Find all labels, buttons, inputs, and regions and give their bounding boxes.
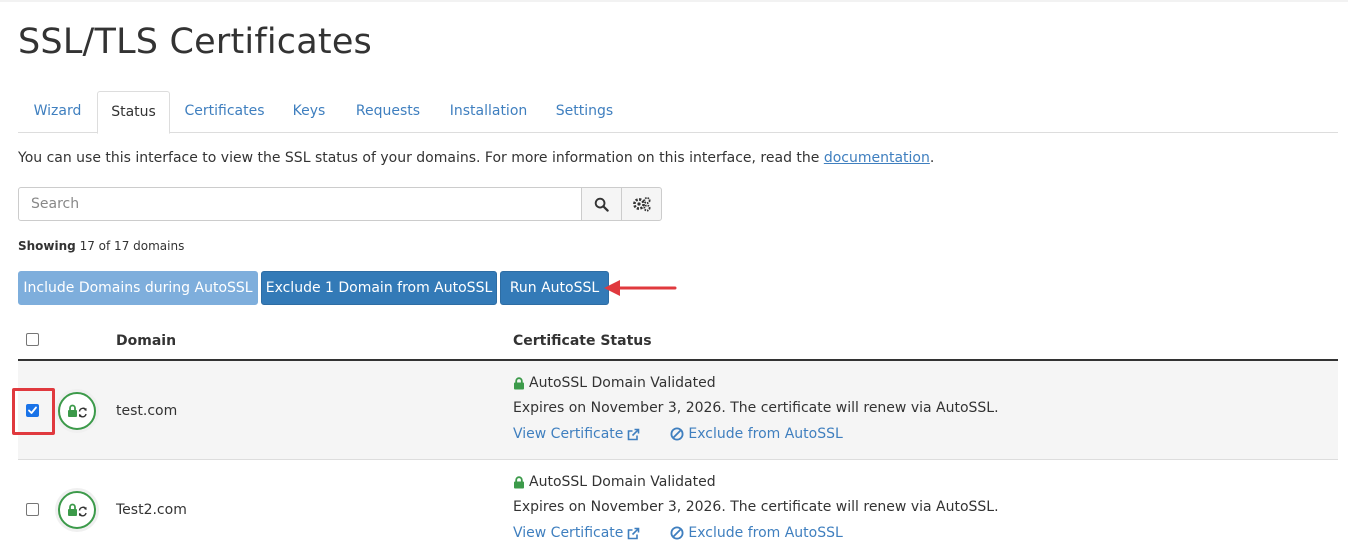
exclude-label: Exclude from AutoSSL (688, 426, 843, 442)
validated-status: AutoSSL Domain Validated (513, 374, 999, 392)
search-icon (594, 197, 609, 212)
ssl-status-icon (58, 491, 96, 529)
header-certificate-status: Certificate Status (513, 333, 652, 349)
tab-keys[interactable]: Keys (279, 91, 339, 133)
table-header: Domain Certificate Status (18, 321, 1338, 361)
header-domain: Domain (116, 333, 177, 349)
tab-wizard[interactable]: Wizard (18, 91, 97, 133)
row-actions: View Certificate Exclude from AutoSSL (513, 524, 999, 542)
table-row: test.com AutoSSL Domain Validated Expire… (18, 361, 1338, 460)
exclude-label: Exclude from AutoSSL (688, 525, 843, 541)
row-actions: View Certificate Exclude from AutoSSL (513, 425, 999, 443)
certificate-status-cell: AutoSSL Domain Validated Expires on Nove… (513, 374, 999, 443)
expiry-text: Expires on November 3, 2026. The certifi… (513, 499, 999, 515)
exclude-from-autossl-link[interactable]: Exclude from AutoSSL (670, 524, 843, 542)
tab-certificates[interactable]: Certificates (170, 91, 279, 133)
intro-suffix: . (929, 150, 935, 166)
table-row: Test2.com AutoSSL Domain Validated Expir… (18, 460, 1338, 557)
annotation-highlight-box (12, 388, 55, 435)
lock-refresh-icon (68, 503, 87, 517)
page-title: SSL/TLS Certificates (18, 22, 372, 62)
view-certificate-label: View Certificate (513, 525, 624, 541)
gears-icon (632, 197, 650, 212)
intro-text: You can use this interface to view the S… (18, 149, 934, 167)
search-settings-button[interactable] (621, 187, 662, 221)
view-certificate-link[interactable]: View Certificate (513, 524, 640, 542)
tab-installation[interactable]: Installation (437, 91, 540, 133)
domain-name: Test2.com (116, 502, 187, 518)
view-certificate-link[interactable]: View Certificate (513, 425, 640, 443)
search-button[interactable] (581, 187, 622, 221)
tab-status[interactable]: Status (97, 91, 170, 134)
external-link-icon (628, 527, 640, 539)
certificate-status-cell: AutoSSL Domain Validated Expires on Nove… (513, 473, 999, 542)
status-text: AutoSSL Domain Validated (529, 375, 716, 391)
search-input[interactable] (18, 187, 582, 221)
showing-label: Showing (18, 239, 76, 253)
ban-icon (670, 427, 684, 441)
run-autossl-button[interactable]: Run AutoSSL (500, 271, 609, 305)
expiry-text: Expires on November 3, 2026. The certifi… (513, 400, 999, 416)
lock-icon (514, 475, 524, 488)
documentation-link[interactable]: documentation (824, 150, 930, 166)
exclude-domain-button[interactable]: Exclude 1 Domain from AutoSSL (261, 271, 497, 305)
lock-icon (514, 376, 524, 389)
page: SSL/TLS Certificates Wizard Status Certi… (0, 0, 1348, 557)
showing-text: 17 of 17 domains (79, 239, 185, 253)
lock-refresh-icon (68, 404, 87, 418)
annotation-arrow-icon (604, 280, 677, 296)
intro-body: You can use this interface to view the S… (18, 150, 824, 166)
showing-count: Showing 17 of 17 domains (18, 238, 184, 254)
select-all-checkbox[interactable] (26, 333, 39, 346)
external-link-icon (628, 428, 640, 440)
tab-bar: Wizard Status Certificates Keys Requests… (18, 91, 1338, 134)
validated-status: AutoSSL Domain Validated (513, 473, 999, 491)
tab-settings[interactable]: Settings (540, 91, 629, 133)
ban-icon (670, 526, 684, 540)
domains-table: Domain Certificate Status test.com AutoS… (18, 321, 1338, 557)
row-checkbox[interactable] (26, 503, 39, 516)
top-divider (0, 0, 1348, 2)
view-certificate-label: View Certificate (513, 426, 624, 442)
domain-name: test.com (116, 403, 178, 419)
include-domains-button[interactable]: Include Domains during AutoSSL (18, 271, 258, 305)
ssl-status-icon (58, 392, 96, 430)
status-text: AutoSSL Domain Validated (529, 474, 716, 490)
exclude-from-autossl-link[interactable]: Exclude from AutoSSL (670, 425, 843, 443)
tab-requests[interactable]: Requests (339, 91, 437, 133)
